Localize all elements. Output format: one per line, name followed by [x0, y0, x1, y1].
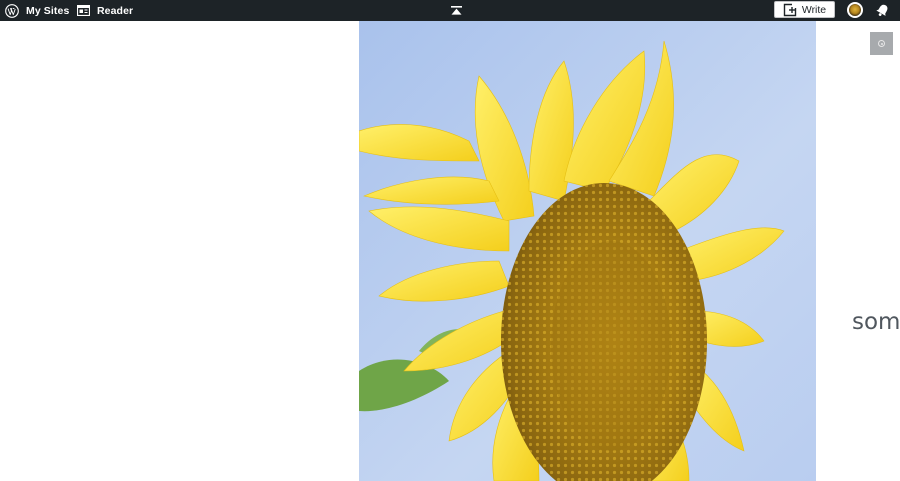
reader-icon: [77, 5, 90, 16]
collapse-up-icon: [450, 6, 462, 15]
write-icon: [783, 3, 797, 16]
content-text: som: [852, 309, 900, 335]
reader-button[interactable]: Reader: [77, 0, 133, 21]
user-avatar[interactable]: [847, 2, 863, 18]
my-sites-button[interactable]: My Sites: [5, 0, 69, 21]
masterbar: My Sites Reader Write: [0, 0, 900, 21]
image-options-button[interactable]: [870, 32, 893, 55]
my-sites-label: My Sites: [26, 4, 70, 17]
bell-icon[interactable]: [875, 3, 890, 18]
write-label: Write: [801, 3, 827, 16]
wordpress-logo-icon: [5, 3, 19, 18]
sunflower-photo: [359, 21, 816, 481]
reader-label: Reader: [97, 4, 134, 17]
target-icon: [878, 40, 885, 47]
write-button[interactable]: Write: [774, 1, 835, 18]
collapse-button[interactable]: [450, 0, 462, 21]
avatar-image: [849, 4, 861, 16]
